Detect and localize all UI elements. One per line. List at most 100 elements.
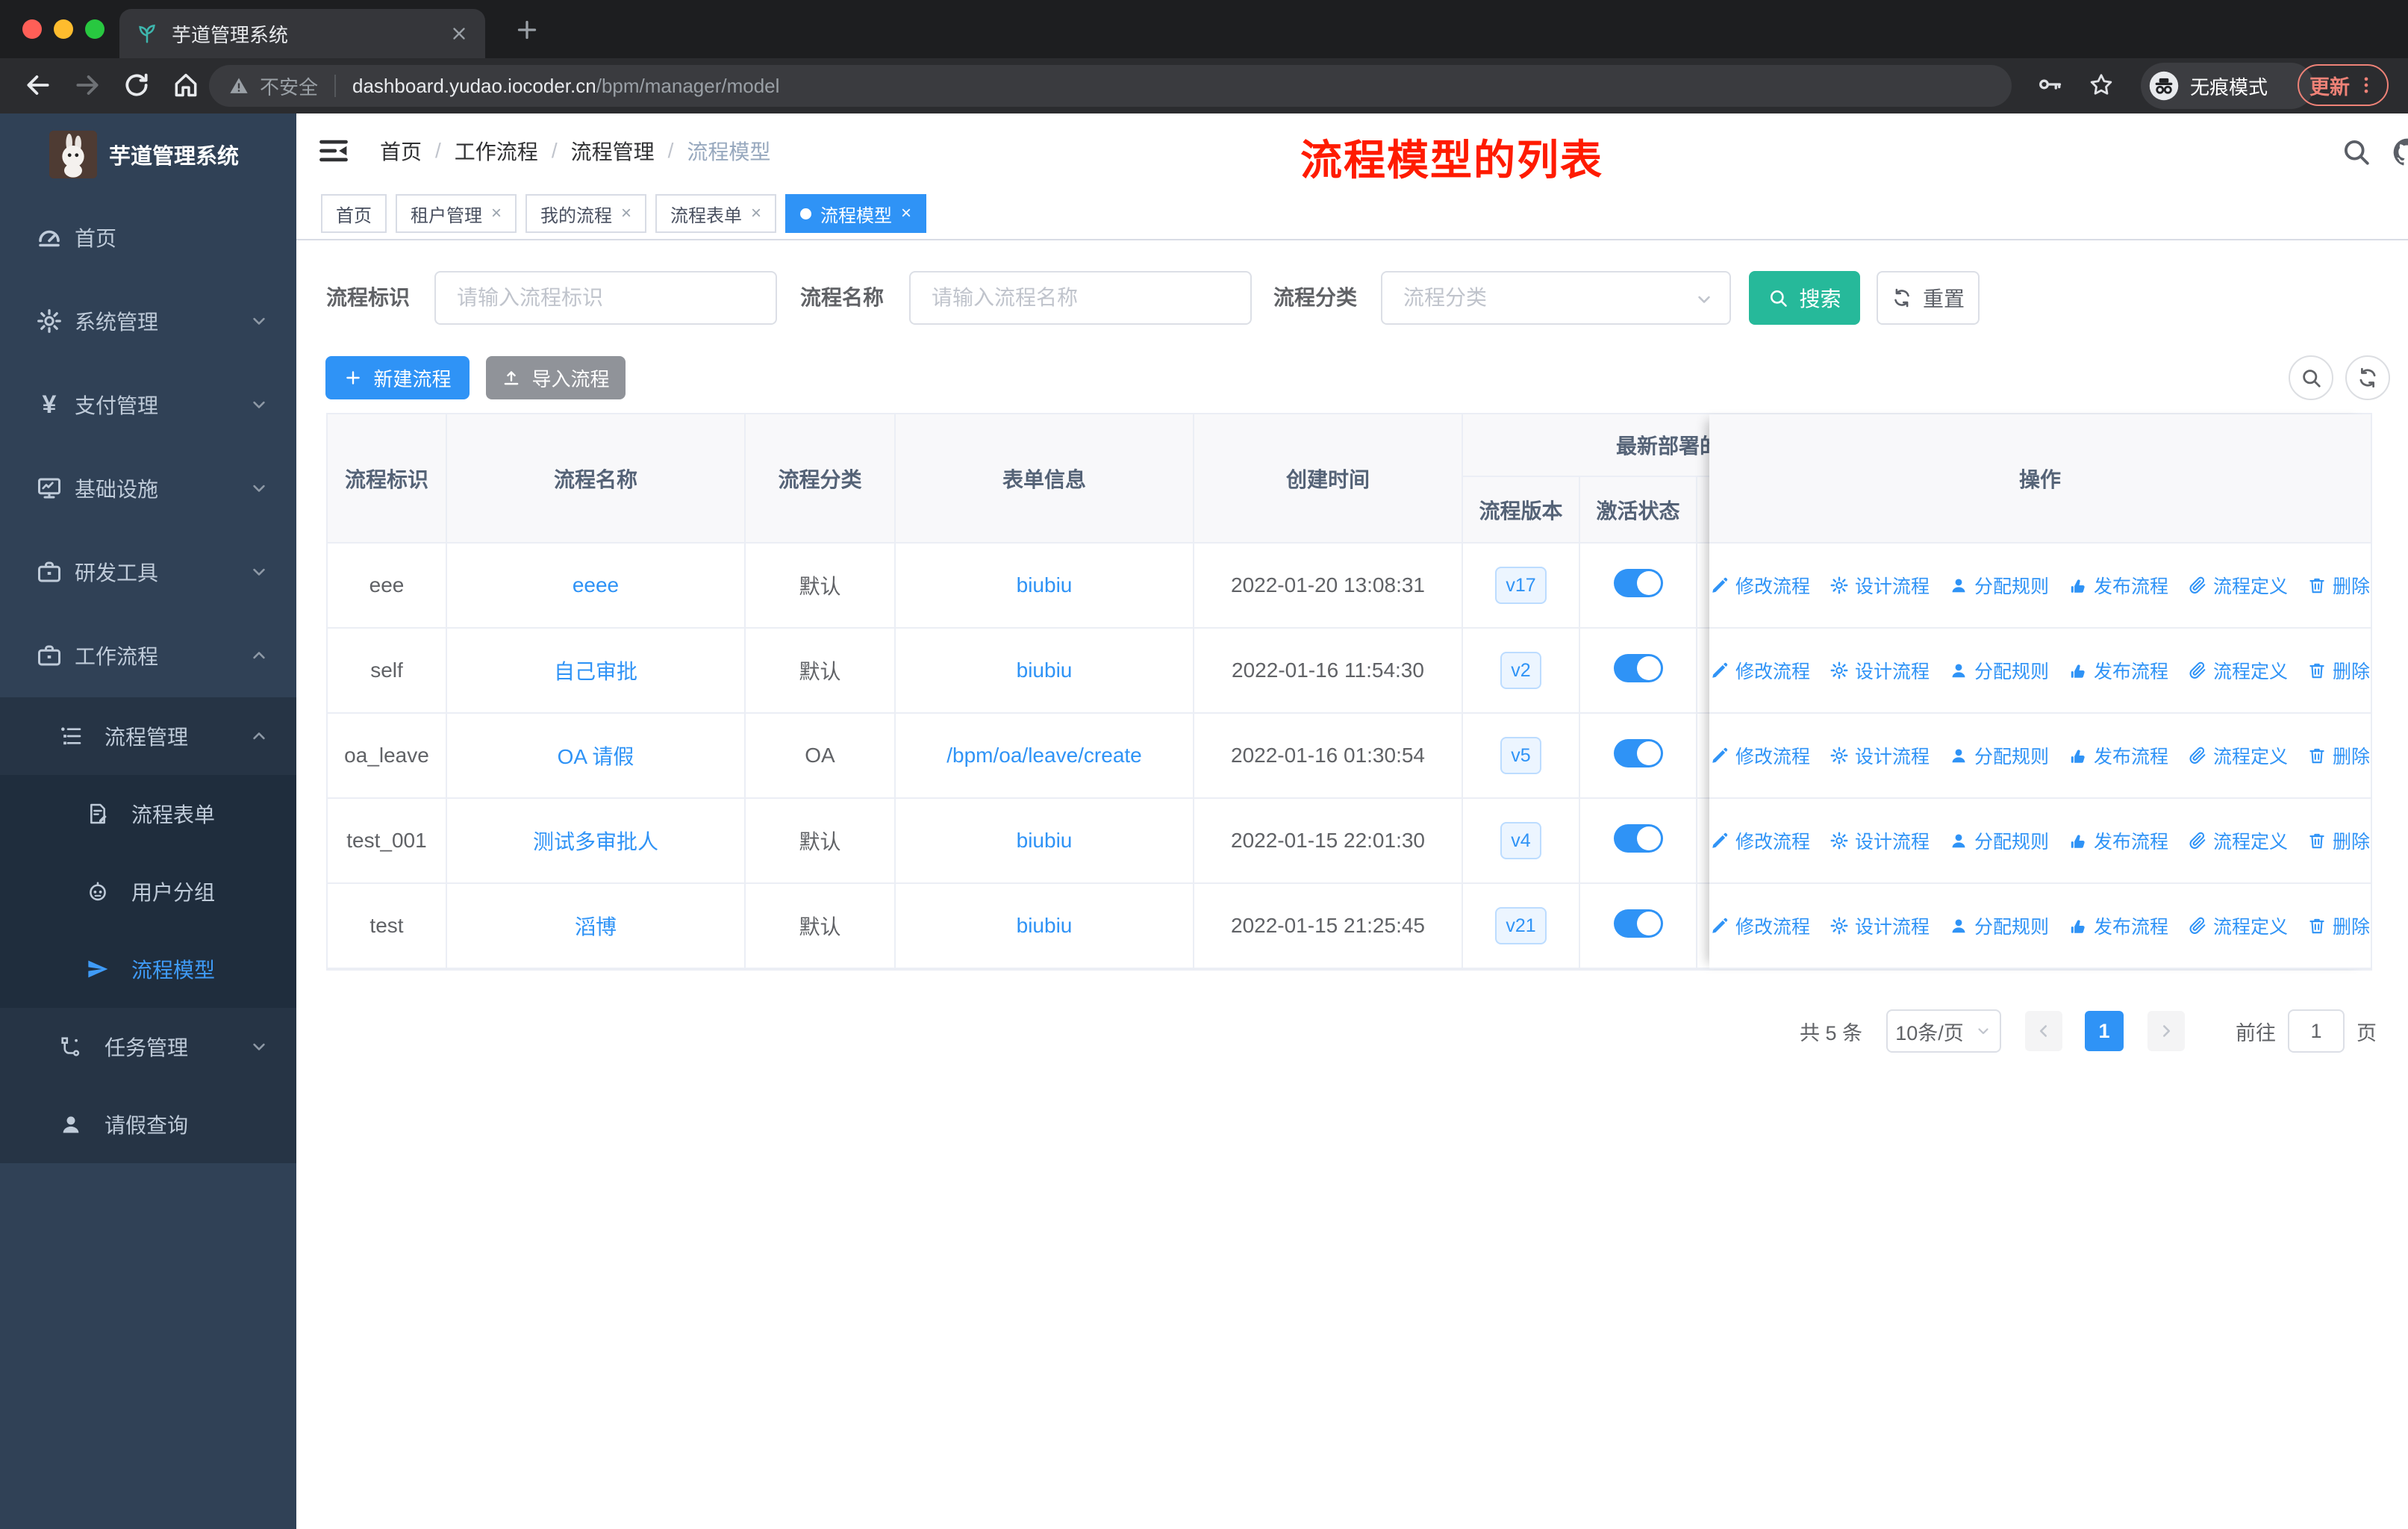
action-修改流程[interactable]: 修改流程 xyxy=(1710,742,1810,769)
sidebar-item-支付管理[interactable]: ¥ 支付管理 xyxy=(0,363,296,446)
create-process-button[interactable]: 新建流程 xyxy=(325,356,470,399)
process-name-link[interactable]: OA 请假 xyxy=(558,745,634,768)
home-icon[interactable] xyxy=(172,71,200,99)
sidebar-logo[interactable]: 芋道管理系统 xyxy=(0,113,296,196)
address-bar[interactable]: 不安全 dashboard.yudao.iocoder.cn/bpm/manag… xyxy=(209,65,2012,107)
goto-page-input[interactable]: 1 xyxy=(2288,1009,2345,1053)
search-button[interactable]: 搜索 xyxy=(1749,271,1860,325)
search-icon[interactable] xyxy=(2340,136,2371,167)
action-流程定义[interactable]: 流程定义 xyxy=(2188,912,2288,939)
tab-tag-流程表单[interactable]: 流程表单 × xyxy=(655,194,777,233)
action-分配规则[interactable]: 分配规则 xyxy=(1949,827,2049,854)
action-发布流程[interactable]: 发布流程 xyxy=(2068,657,2168,684)
new-tab-button[interactable] xyxy=(514,16,540,43)
reload-icon[interactable] xyxy=(122,71,151,99)
category-select[interactable]: 流程分类 xyxy=(1381,271,1731,325)
action-分配规则[interactable]: 分配规则 xyxy=(1949,742,2049,769)
action-分配规则[interactable]: 分配规则 xyxy=(1949,912,2049,939)
action-发布流程[interactable]: 发布流程 xyxy=(2068,912,2168,939)
sidebar-item-系统管理[interactable]: 系统管理 xyxy=(0,279,296,363)
action-发布流程[interactable]: 发布流程 xyxy=(2068,827,2168,854)
action-设计流程[interactable]: 设计流程 xyxy=(1830,657,1930,684)
tag-close-icon[interactable]: × xyxy=(621,203,631,224)
reset-button[interactable]: 重置 xyxy=(1877,271,1980,325)
process-id-input[interactable]: 请输入流程标识 xyxy=(434,271,777,325)
active-toggle[interactable] xyxy=(1613,738,1663,767)
sidebar-item-流程表单[interactable]: 流程表单 xyxy=(0,775,296,853)
tag-close-icon[interactable]: × xyxy=(751,203,761,224)
process-name-link[interactable]: 测试多审批人 xyxy=(533,830,658,853)
import-process-button[interactable]: 导入流程 xyxy=(486,356,626,399)
browser-menu-dots-icon[interactable] xyxy=(2356,75,2377,96)
action-删除[interactable]: 删除 xyxy=(2307,572,2370,599)
action-删除[interactable]: 删除 xyxy=(2307,742,2370,769)
browser-update-button[interactable]: 更新 xyxy=(2298,64,2389,106)
action-发布流程[interactable]: 发布流程 xyxy=(2068,742,2168,769)
form-info-link[interactable]: biubiu xyxy=(1017,573,1073,597)
action-设计流程[interactable]: 设计流程 xyxy=(1830,827,1930,854)
tag-close-icon[interactable]: × xyxy=(491,203,502,224)
window-close-button[interactable] xyxy=(22,19,42,39)
action-流程定义[interactable]: 流程定义 xyxy=(2188,742,2288,769)
prev-page-button[interactable] xyxy=(2025,1011,2062,1051)
breadcrumb-item[interactable]: 首页 xyxy=(380,136,422,166)
action-流程定义[interactable]: 流程定义 xyxy=(2188,827,2288,854)
sidebar-item-首页[interactable]: 首页 xyxy=(0,196,296,279)
action-删除[interactable]: 删除 xyxy=(2307,912,2370,939)
process-name-link[interactable]: eeee xyxy=(573,573,619,597)
tab-tag-流程模型[interactable]: 流程模型 × xyxy=(785,194,927,233)
action-流程定义[interactable]: 流程定义 xyxy=(2188,572,2288,599)
action-删除[interactable]: 删除 xyxy=(2307,827,2370,854)
sidebar-item-流程模型[interactable]: 流程模型 xyxy=(0,930,296,1008)
action-设计流程[interactable]: 设计流程 xyxy=(1830,912,1930,939)
action-设计流程[interactable]: 设计流程 xyxy=(1830,742,1930,769)
action-分配规则[interactable]: 分配规则 xyxy=(1949,657,2049,684)
action-设计流程[interactable]: 设计流程 xyxy=(1830,572,1930,599)
sidebar-item-基础设施[interactable]: 基础设施 xyxy=(0,446,296,530)
form-info-link[interactable]: /bpm/oa/leave/create xyxy=(946,744,1142,767)
action-删除[interactable]: 删除 xyxy=(2307,657,2370,684)
form-info-link[interactable]: biubiu xyxy=(1017,658,1073,682)
action-修改流程[interactable]: 修改流程 xyxy=(1710,657,1810,684)
process-name-input[interactable]: 请输入流程名称 xyxy=(909,271,1252,325)
action-修改流程[interactable]: 修改流程 xyxy=(1710,912,1810,939)
form-info-link[interactable]: biubiu xyxy=(1017,914,1073,937)
process-name-link[interactable]: 自己审批 xyxy=(554,660,637,683)
active-toggle[interactable] xyxy=(1613,909,1663,938)
browser-tab[interactable]: 芋道管理系统 xyxy=(119,9,485,58)
toggle-search-button[interactable] xyxy=(2289,355,2333,400)
page-size-select[interactable]: 10条/页 xyxy=(1886,1009,2001,1053)
sidebar-item-请假查询[interactable]: 请假查询 xyxy=(0,1086,296,1163)
tab-close-icon[interactable] xyxy=(449,24,469,43)
window-minimize-button[interactable] xyxy=(54,19,73,39)
active-toggle[interactable] xyxy=(1613,823,1663,853)
breadcrumb-item[interactable]: 流程管理 xyxy=(571,136,655,166)
action-修改流程[interactable]: 修改流程 xyxy=(1710,572,1810,599)
current-page-button[interactable]: 1 xyxy=(2085,1011,2124,1051)
window-zoom-button[interactable] xyxy=(85,19,105,39)
breadcrumb-item[interactable]: 工作流程 xyxy=(455,136,538,166)
process-name-link[interactable]: 滔博 xyxy=(575,915,617,938)
action-分配规则[interactable]: 分配规则 xyxy=(1949,572,2049,599)
next-page-button[interactable] xyxy=(2147,1011,2185,1051)
sidebar-item-用户分组[interactable]: 用户分组 xyxy=(0,853,296,930)
action-修改流程[interactable]: 修改流程 xyxy=(1710,827,1810,854)
forward-icon[interactable] xyxy=(73,71,102,99)
sidebar-item-流程管理[interactable]: 流程管理 xyxy=(0,697,296,775)
tab-tag-我的流程[interactable]: 我的流程 × xyxy=(525,194,647,233)
bookmark-star-icon[interactable] xyxy=(2087,71,2115,99)
back-icon[interactable] xyxy=(24,71,52,99)
key-icon[interactable] xyxy=(2036,71,2063,98)
github-icon[interactable] xyxy=(2391,136,2408,169)
sidebar-item-工作流程[interactable]: 工作流程 xyxy=(0,614,296,697)
form-info-link[interactable]: biubiu xyxy=(1017,829,1073,852)
active-toggle[interactable] xyxy=(1613,653,1663,682)
sidebar-toggle-icon[interactable] xyxy=(317,134,350,167)
tag-close-icon[interactable]: × xyxy=(901,203,911,224)
tab-tag-首页[interactable]: 首页 xyxy=(321,194,387,233)
tab-tag-租户管理[interactable]: 租户管理 × xyxy=(396,194,517,233)
sidebar-item-任务管理[interactable]: 任务管理 xyxy=(0,1008,296,1086)
sidebar-item-研发工具[interactable]: 研发工具 xyxy=(0,530,296,614)
active-toggle[interactable] xyxy=(1613,568,1663,597)
refresh-table-button[interactable] xyxy=(2345,355,2390,400)
